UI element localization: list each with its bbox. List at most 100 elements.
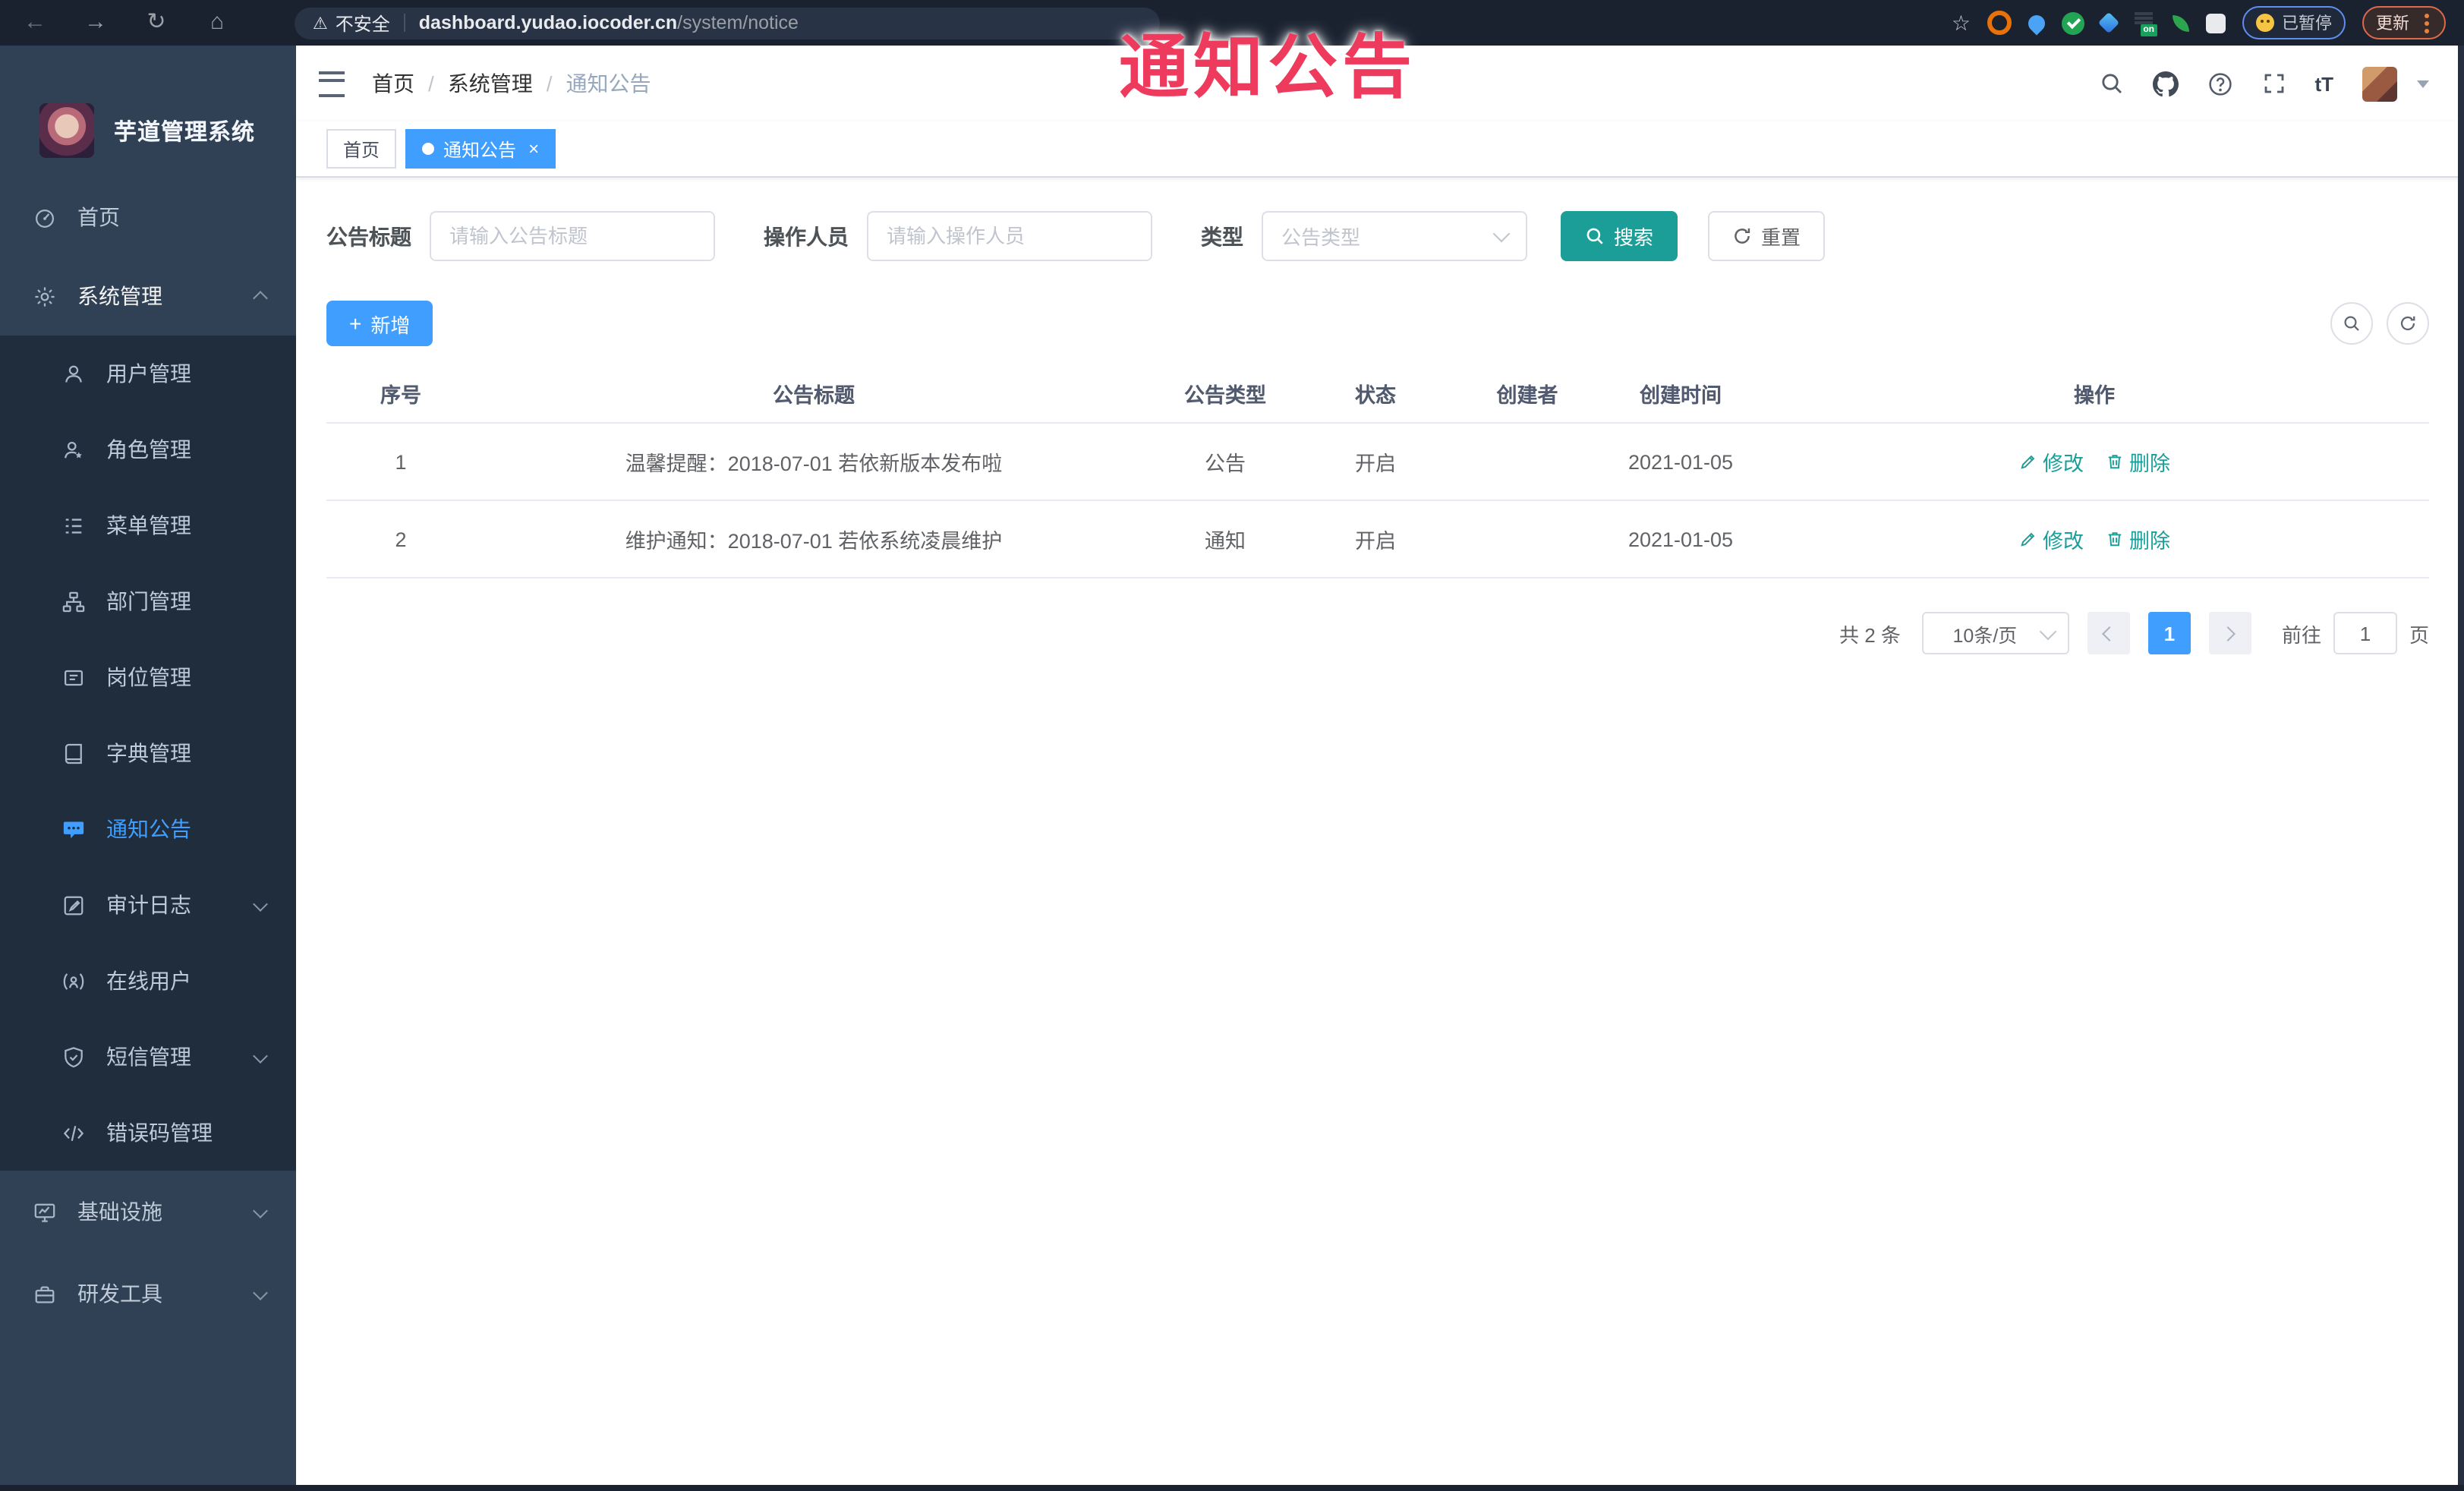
sidebar-item-dict[interactable]: 字典管理	[0, 715, 296, 791]
reset-button-label: 重置	[1761, 226, 1801, 249]
on-badge: on	[2140, 24, 2157, 36]
delete-link[interactable]: 删除	[2105, 524, 2170, 554]
fullscreen-icon[interactable]	[2261, 71, 2286, 96]
table-toolbar: + 新增	[326, 301, 2429, 346]
sidebar-item-departments[interactable]: 部门管理	[0, 563, 296, 639]
edit-link-label: 修改	[2043, 530, 2084, 553]
type-select[interactable]: 公告类型	[1262, 211, 1527, 261]
sidebar-item-label: 审计日志	[106, 893, 191, 917]
extension-switch-on-icon[interactable]: on	[2133, 11, 2157, 36]
sidebar-item-dev-tools[interactable]: 研发工具	[0, 1253, 296, 1335]
org-tree-icon	[61, 590, 87, 613]
avatar-caret-icon[interactable]	[2417, 80, 2429, 87]
next-page-button[interactable]	[2208, 612, 2251, 654]
menu-list-icon	[61, 514, 87, 537]
cell-status[interactable]: 开启	[1298, 524, 1453, 554]
forward-icon[interactable]: →	[79, 0, 112, 46]
sidebar-item-posts[interactable]: 岗位管理	[0, 639, 296, 715]
chevron-left-icon	[2103, 626, 2118, 641]
paused-chip[interactable]: 已暂停	[2242, 6, 2346, 39]
browser-menu-dots-icon[interactable]	[2425, 20, 2429, 25]
delete-link[interactable]: 删除	[2105, 446, 2170, 477]
url-bar[interactable]: ⚠ 不安全 dashboard.yudao.iocoder.cn /system…	[295, 7, 1160, 39]
reload-icon[interactable]: ↻	[140, 0, 173, 46]
col-header-created: 创建时间	[1640, 384, 1722, 407]
tab-home[interactable]: 首页	[326, 129, 397, 169]
user-avatar[interactable]	[2362, 66, 2397, 101]
font-size-icon[interactable]: tT	[2314, 72, 2333, 95]
back-icon[interactable]: ←	[18, 0, 52, 46]
extensions-cluster: ☆ on 已暂停 更新	[1952, 6, 2446, 39]
home-icon[interactable]: ⌂	[200, 0, 234, 46]
update-button[interactable]: 更新	[2362, 6, 2446, 39]
cell-actions: 修改 删除	[1760, 524, 2429, 554]
url-host: dashboard.yudao.iocoder.cn	[418, 12, 678, 33]
browser-chrome: ← → ↻ ⌂ ⚠ 不安全 dashboard.yudao.iocoder.cn…	[0, 0, 2464, 46]
sidebar-item-label: 字典管理	[106, 741, 191, 765]
window-bottom-edge	[0, 1485, 2464, 1491]
page-size-select[interactable]: 10条/页	[1921, 612, 2069, 654]
help-icon[interactable]	[2207, 71, 2232, 96]
operator-input[interactable]	[867, 211, 1152, 261]
app-frame: 芋道管理系统 首页 系统管理 用户管理 角色管理 菜单管理 部门管理 岗位管理 …	[0, 46, 2464, 1485]
breadcrumb-home[interactable]: 首页	[372, 68, 414, 99]
sidebar-item-notice[interactable]: 通知公告	[0, 791, 296, 867]
monitor-chart-icon	[32, 1200, 58, 1223]
tab-notice[interactable]: 通知公告 ×	[405, 129, 556, 169]
tab-label: 首页	[343, 139, 380, 160]
extension-blue-pin-icon[interactable]	[2024, 11, 2049, 35]
warning-icon: ⚠	[313, 14, 328, 33]
extensions-puzzle-icon[interactable]	[2206, 13, 2226, 33]
sidebar-item-users[interactable]: 用户管理	[0, 336, 296, 411]
sidebar-item-sms[interactable]: 短信管理	[0, 1019, 296, 1095]
notice-title-input[interactable]	[430, 211, 715, 261]
active-dot-icon	[422, 143, 435, 155]
breadcrumb-system: 系统管理	[447, 71, 533, 96]
sidebar-item-error-codes[interactable]: 错误码管理	[0, 1095, 296, 1171]
extension-blue-diamond-icon[interactable]	[2097, 11, 2120, 34]
prev-page-button[interactable]	[2087, 612, 2130, 654]
bookmark-star-icon[interactable]: ☆	[1952, 10, 1971, 36]
sidebar-item-system[interactable]: 系统管理	[0, 257, 296, 336]
hamburger-icon[interactable]	[319, 71, 345, 96]
search-icon[interactable]	[2099, 71, 2123, 96]
cell-status[interactable]: 开启	[1298, 446, 1453, 477]
security-label[interactable]: 不安全	[336, 10, 390, 36]
paused-label: 已暂停	[2282, 15, 2332, 33]
system-submenu: 用户管理 角色管理 菜单管理 部门管理 岗位管理 字典管理 通知公告 审计日志 …	[0, 336, 296, 1171]
cell-created: 2021-01-05	[1627, 528, 1734, 550]
sidebar-item-label: 角色管理	[106, 437, 191, 462]
close-icon[interactable]: ×	[528, 140, 539, 158]
sidebar-item-menus[interactable]: 菜单管理	[0, 487, 296, 563]
search-button[interactable]: 搜索	[1561, 211, 1678, 261]
page-unit-label: 页	[2409, 623, 2429, 646]
cell-no: 1	[395, 450, 407, 473]
sidebar-item-infrastructure[interactable]: 基础设施	[0, 1171, 296, 1253]
book-icon	[61, 742, 87, 764]
extension-green-leaf-icon[interactable]	[2173, 14, 2189, 31]
operator-label: 操作人员	[764, 224, 849, 248]
hide-search-button[interactable]	[2330, 302, 2373, 345]
col-header-type: 公告类型	[1184, 384, 1266, 407]
search-form: 公告标题 操作人员 类型 公告类型 搜索 重置	[326, 211, 2429, 261]
extension-green-check-icon[interactable]	[2062, 11, 2084, 34]
notice-table: 序号 公告标题 公告类型 状态 创建者 创建时间 操作 1 温馨提醒：2018-…	[326, 364, 2429, 578]
refresh-button[interactable]	[2387, 302, 2429, 345]
reset-button[interactable]: 重置	[1708, 211, 1826, 261]
sidebar-logo[interactable]: 芋道管理系统	[0, 97, 296, 164]
delete-link-label: 删除	[2129, 452, 2170, 475]
edit-link[interactable]: 修改	[2018, 446, 2084, 477]
extension-orange-ring-icon[interactable]	[1987, 11, 2012, 35]
edit-link[interactable]: 修改	[2018, 524, 2084, 554]
github-icon[interactable]	[2152, 71, 2179, 96]
edit-link-label: 修改	[2043, 452, 2084, 475]
sidebar-item-home[interactable]: 首页	[0, 178, 296, 257]
sidebar-item-online-users[interactable]: 在线用户	[0, 943, 296, 1019]
sidebar-item-roles[interactable]: 角色管理	[0, 411, 296, 487]
goto-page-input[interactable]	[2333, 612, 2397, 654]
sidebar-item-audit-log[interactable]: 审计日志	[0, 867, 296, 943]
add-button[interactable]: + 新增	[326, 301, 433, 346]
breadcrumb: 首页 / 系统管理 / 通知公告	[372, 68, 651, 99]
page-scrollbar[interactable]	[2458, 46, 2464, 1491]
page-number-button[interactable]: 1	[2147, 612, 2191, 654]
